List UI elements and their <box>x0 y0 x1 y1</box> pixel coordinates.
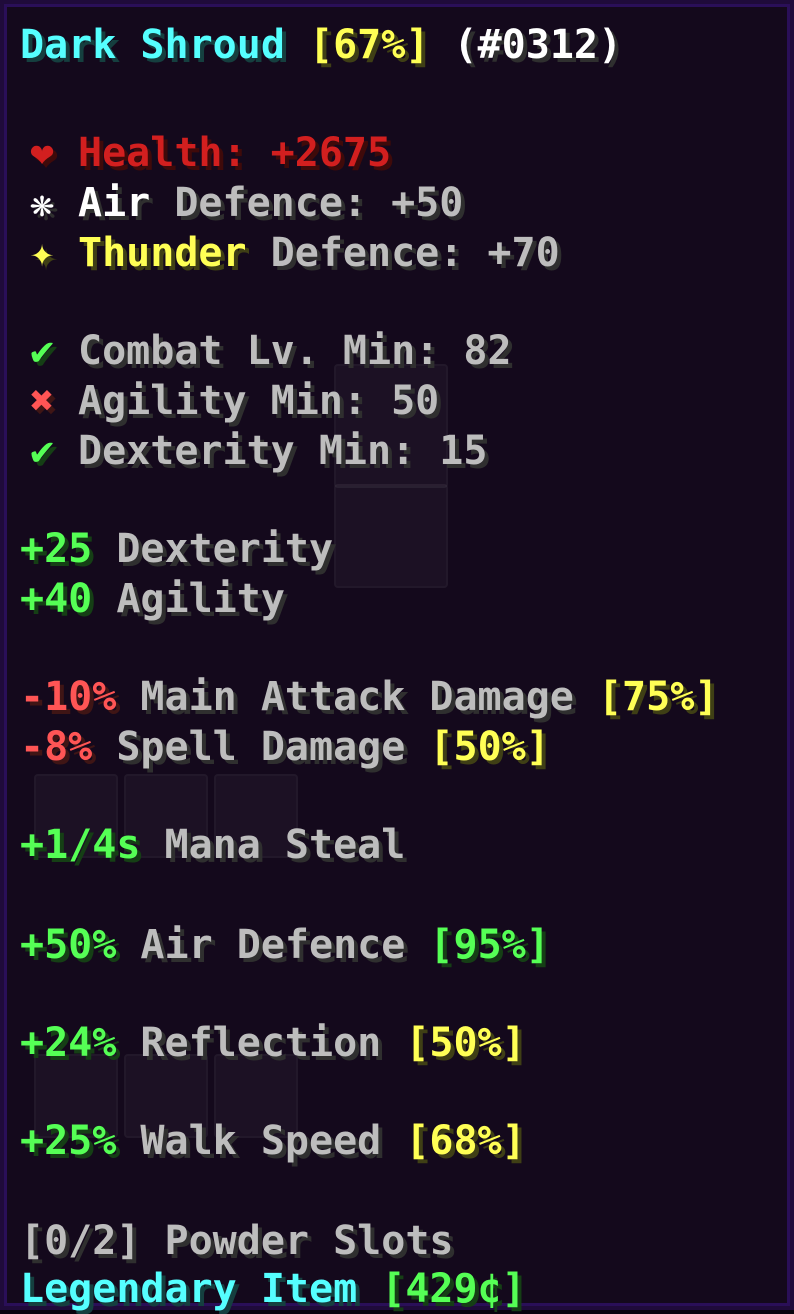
item-name: Dark Shroud <box>20 22 285 68</box>
stat-name: Health <box>78 130 223 176</box>
id-name: Walk Speed <box>116 1118 406 1164</box>
requirement-text: Dexterity Min: 15 <box>78 428 488 474</box>
id-value: -8% <box>20 724 93 770</box>
bonus-value: +40 <box>20 576 93 622</box>
id-roll: [75%] <box>597 674 719 720</box>
item-price: [429¢] <box>381 1266 526 1312</box>
requirement-agility: ✖ Agility Min: 50 <box>20 376 439 426</box>
id-spell-damage: -8% Spell Damage [50%] <box>20 722 550 772</box>
id-reflection: +24% Reflection [50%] <box>20 1018 526 1068</box>
thunder-icon: ✦ <box>29 230 55 276</box>
skill-bonus-dexterity: +25 Dexterity <box>20 524 333 574</box>
id-value: +24% <box>20 1020 117 1066</box>
id-name: Reflection <box>116 1020 406 1066</box>
background-slot <box>334 484 448 588</box>
id-mana-steal: +1/4s Mana Steal <box>20 820 405 870</box>
id-roll: [95%] <box>429 922 550 968</box>
check-icon: ✔ <box>29 428 55 474</box>
item-quality: [67%] <box>309 22 430 68</box>
id-air-defence: +50% Air Defence [95%] <box>20 920 550 970</box>
health-stat: ❤ Health: +2675 <box>20 128 391 178</box>
stat-element: Thunder <box>78 230 247 276</box>
id-value: -10% <box>20 674 117 720</box>
stat-value: Defence: +70 <box>246 230 560 276</box>
stat-value: Defence: +50 <box>150 180 464 226</box>
bonus-name: Agility <box>92 576 285 622</box>
id-value: +1/4s <box>20 822 141 868</box>
id-main-attack-damage: -10% Main Attack Damage [75%] <box>20 672 718 722</box>
item-rarity-line: Legendary Item [429¢] <box>20 1264 526 1314</box>
id-name: Air Defence <box>116 922 430 968</box>
powder-slots: [0/2] Powder Slots <box>20 1218 454 1264</box>
requirement-combat-level: ✔ Combat Lv. Min: 82 <box>20 326 512 376</box>
id-roll: [68%] <box>405 1118 526 1164</box>
item-id: (#0312) <box>453 22 623 68</box>
skill-bonus-agility: +40 Agility <box>20 574 285 624</box>
requirement-text: Agility Min: 50 <box>78 378 440 424</box>
requirement-text: Combat Lv. Min: 82 <box>78 328 512 374</box>
bonus-value: +25 <box>20 526 93 572</box>
id-walk-speed: +25% Walk Speed [68%] <box>20 1116 526 1166</box>
id-name: Spell Damage <box>92 724 430 770</box>
check-icon: ✔ <box>29 328 55 374</box>
id-value: +25% <box>20 1118 117 1164</box>
id-roll: [50%] <box>429 724 550 770</box>
id-value: +50% <box>20 922 117 968</box>
air-defence-stat: ❋ Air Defence: +50 <box>20 178 463 228</box>
heart-icon: ❤ <box>29 130 55 176</box>
cross-icon: ✖ <box>29 378 55 424</box>
id-name: Mana Steal <box>140 822 406 868</box>
item-rarity: Legendary Item <box>20 1266 358 1312</box>
id-roll: [50%] <box>405 1020 526 1066</box>
requirement-dexterity: ✔ Dexterity Min: 15 <box>20 426 487 476</box>
item-tooltip: Dark Shroud [67%] (#0312) ❤ Health: +2675… <box>0 0 794 1312</box>
item-title: Dark Shroud [67%] (#0312) <box>20 20 622 70</box>
bonus-name: Dexterity <box>92 526 334 572</box>
thunder-defence-stat: ✦ Thunder Defence: +70 <box>20 228 560 278</box>
id-name: Main Attack Damage <box>116 674 598 720</box>
stat-value: : +2675 <box>222 130 392 176</box>
air-icon: ❋ <box>29 180 55 226</box>
stat-element: Air <box>78 180 151 226</box>
